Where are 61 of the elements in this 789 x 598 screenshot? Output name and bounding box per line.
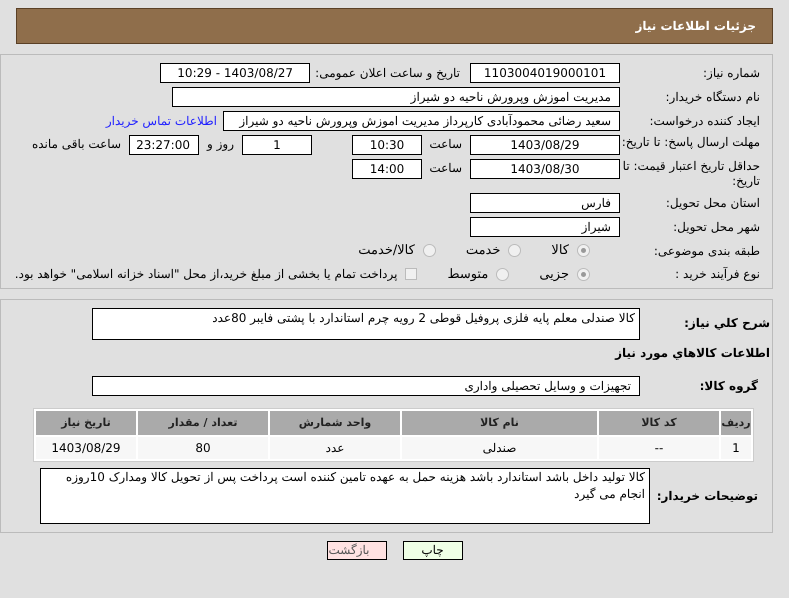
column-header: تعداد / مقدار <box>138 411 268 435</box>
column-header: تاریخ نیاز <box>36 411 136 435</box>
field-label: ساعت <box>428 160 462 177</box>
section-title: اطلاعات کالاهاي مورد نياز <box>614 345 770 362</box>
column-header: نام کالا <box>402 411 597 435</box>
radio-label: متوسط <box>447 266 488 284</box>
radio-button[interactable] <box>496 268 510 281</box>
radio-button[interactable] <box>508 244 522 258</box>
field-value: تجهیزات و وسایل تحصیلی واداری <box>92 376 640 396</box>
field-value: 1403/08/29 <box>470 135 620 155</box>
countdown-value: 23:27:00 <box>129 135 199 155</box>
radio-label: جزیی <box>539 266 569 284</box>
field-label: نوع فرآیند خرید : <box>674 266 760 284</box>
table-cell: -- <box>599 437 719 459</box>
description-textarea[interactable]: کالا صندلی معلم پایه فلزی پروفیل قوطی 2 رویه چرم استاندارد با پشتی فایبر 80عدد <box>92 308 640 340</box>
field-label: شهر محل تحویل: <box>672 219 760 236</box>
field-value: 14:00 <box>352 159 422 179</box>
field-label: ایجاد کننده درخواست: <box>648 113 760 130</box>
field-label: شرح کلي نياز: <box>683 315 770 332</box>
checkbox-label: پرداخت تمام یا بخشی از مبلغ خرید،از محل "اسناد خزانه اسلامی" خواهد بود. <box>14 266 398 284</box>
radio-label: کالا <box>551 242 569 260</box>
field-value: 1 <box>242 135 312 155</box>
field-value: فارس <box>470 193 620 213</box>
notes-textarea[interactable]: کالا تولید داخل باشد استاندارد باشد هزینه حمل به عهده تامین کننده است پرداخت پس از تحویل کالا ومدارک 10روزه انجام می گیرد <box>40 468 650 524</box>
checkbox[interactable] <box>405 268 418 280</box>
field-label: ساعت باقی مانده <box>32 136 121 153</box>
radio-button[interactable] <box>577 244 590 258</box>
radio-button[interactable] <box>422 244 436 258</box>
page-title: جزئیات اطلاعات نیاز <box>635 18 756 35</box>
table-cell: صندلی <box>402 437 597 459</box>
field-value: سعید رضائی محمودآبادی کارپرداز مدیریت اموزش وپرورش ناحیه دو شیراز <box>223 111 620 131</box>
field-value: 1403/08/30 <box>470 159 620 179</box>
field-label: روز و <box>207 136 234 153</box>
column-header: ردیف <box>721 411 751 435</box>
field-label: شماره نیاز: <box>702 65 760 82</box>
field-value: مدیریت اموزش وپرورش ناحیه دو شیراز <box>172 87 620 107</box>
field-label: طبقه بندی موضوعی: <box>652 242 760 260</box>
print-button[interactable]: چاپ <box>402 541 462 560</box>
field-value: 10:30 <box>352 135 422 155</box>
field-label: ساعت <box>428 136 462 153</box>
field-label: مهلت ارسال پاسخ: تا تاریخ: <box>620 135 760 150</box>
table-cell: عدد <box>270 437 400 459</box>
contact-link[interactable]: اطلاعات تماس خریدار <box>106 112 217 130</box>
field-value: شیراز <box>470 217 620 237</box>
column-header: کد کالا <box>599 411 719 435</box>
field-value: 1403/08/27 - 10:29 <box>160 63 310 83</box>
field-label: استان محل تحویل: <box>664 195 760 212</box>
field-label: توضیحات خریدار: <box>656 488 759 505</box>
table-cell: 80 <box>138 437 268 459</box>
radio-label: کالا/خدمت <box>358 242 415 260</box>
field-label: تاریخ و ساعت اعلان عمومی: <box>315 65 460 82</box>
field-value: 1103004019000101 <box>470 63 620 83</box>
field-label: حداقل تاریخ اعتبار قیمت: تا تاریخ: <box>622 159 760 189</box>
column-header: واحد شمارش <box>270 411 400 435</box>
field-label: نام دستگاه خریدار: <box>664 89 760 106</box>
radio-button[interactable] <box>577 268 590 281</box>
radio-label: خدمت <box>466 242 500 260</box>
table-cell: 1403/08/29 <box>36 437 136 459</box>
field-label: گروه کالا: <box>698 378 759 395</box>
back-button[interactable]: بازگشت <box>326 541 386 560</box>
table-cell: 1 <box>721 437 751 459</box>
